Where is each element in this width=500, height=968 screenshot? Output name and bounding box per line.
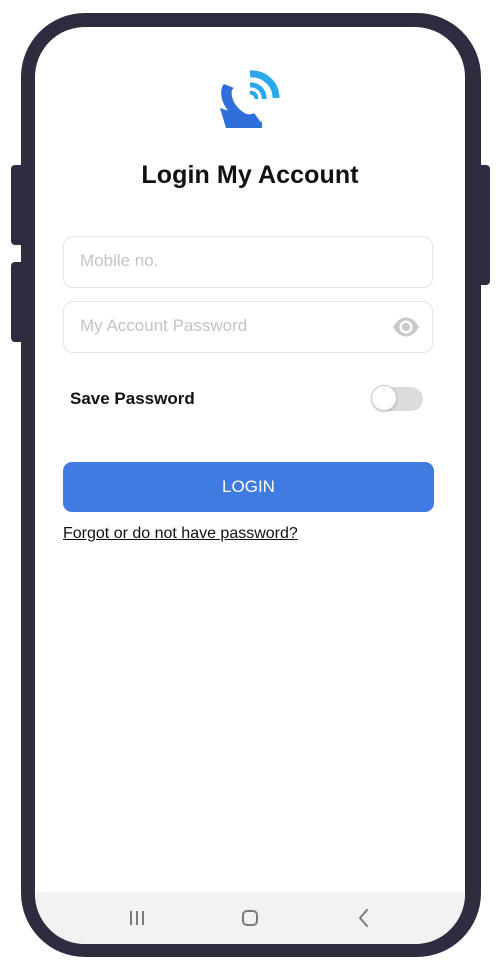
back-icon[interactable] — [350, 906, 378, 930]
phone-screen: Login My Account Save Password LOGIN For… — [35, 27, 465, 944]
volume-up-hardware-button — [11, 165, 25, 245]
password-input[interactable] — [64, 302, 380, 350]
save-password-toggle[interactable] — [371, 385, 425, 413]
mobile-number-input[interactable] — [64, 237, 380, 285]
eye-icon[interactable] — [392, 316, 420, 338]
power-hardware-button — [476, 165, 490, 285]
forgot-password-link[interactable]: Forgot or do not have password? — [63, 525, 298, 543]
recents-icon[interactable] — [123, 906, 151, 930]
password-field[interactable] — [63, 301, 433, 353]
login-button[interactable]: LOGIN — [63, 462, 434, 512]
home-icon[interactable] — [236, 906, 264, 930]
phone-signal-logo-icon — [220, 70, 280, 128]
mobile-number-field[interactable] — [63, 236, 433, 288]
page-title: Login My Account — [141, 161, 359, 189]
system-navigation-bar — [35, 892, 465, 944]
toggle-knob — [371, 385, 397, 411]
save-password-label: Save Password — [70, 389, 195, 408]
volume-down-hardware-button — [11, 262, 25, 342]
